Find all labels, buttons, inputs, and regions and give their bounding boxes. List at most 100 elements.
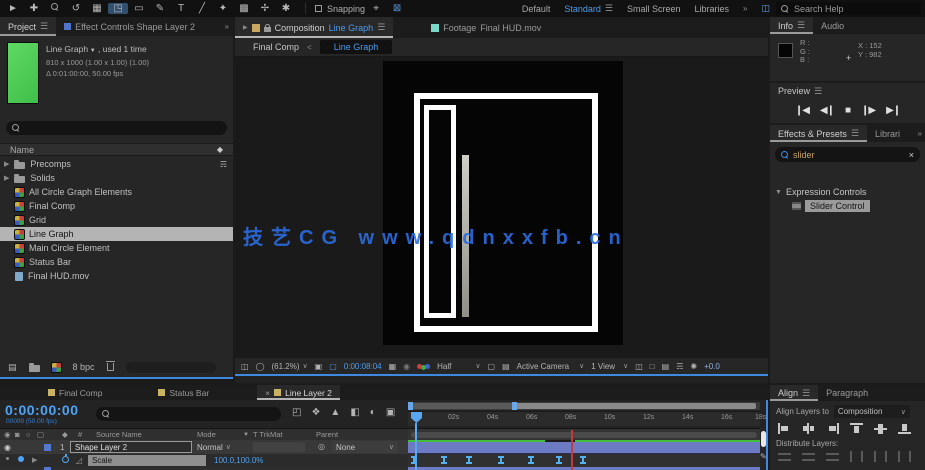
motion-blur-icon[interactable]: ◐ <box>370 407 376 418</box>
layer-visibility-eye-icon[interactable]: ◉ <box>4 443 11 452</box>
tab-libraries-partial[interactable]: Librari <box>867 125 908 142</box>
workspace-libraries[interactable]: Libraries <box>695 4 730 14</box>
next-frame-button[interactable]: ❙▶ <box>861 105 875 116</box>
align-right-button[interactable] <box>826 423 839 434</box>
help-search-input[interactable]: Search Help <box>794 4 844 14</box>
viewer-panel-menu-icon[interactable]: ☰ <box>377 22 385 33</box>
composition-mini-flowchart-icon[interactable]: ◰ <box>292 407 301 418</box>
stop-button[interactable]: ■ <box>845 105 850 116</box>
viewer-canvas[interactable]: 技艺CG www.qdnxxfb.cn <box>235 57 768 358</box>
panel-overflow-icon[interactable]: » <box>225 22 229 31</box>
project-name-header[interactable]: Name ◆ <box>0 143 233 156</box>
parent-dropdown[interactable]: None∨ <box>332 441 398 453</box>
roi-icon[interactable]: ▢ <box>488 362 496 371</box>
close-tab-icon[interactable]: × <box>265 388 270 398</box>
align-left-button[interactable] <box>778 423 791 434</box>
timeline-tab-line-layer[interactable]: × Line Layer 2 <box>257 385 340 400</box>
layer-label-swatch[interactable] <box>44 444 51 451</box>
rotation-tool-icon[interactable]: ↺ <box>66 3 86 14</box>
delete-icon[interactable] <box>107 363 114 371</box>
property-value[interactable]: 100.0,100.0% <box>214 456 263 465</box>
tab-footage[interactable]: Footage Final HUD.mov <box>423 17 549 38</box>
expression-controls-group[interactable]: ▼ Expression Controls <box>770 187 925 197</box>
current-timecode[interactable]: 0:00:00:00 <box>5 402 79 418</box>
new-composition-icon[interactable] <box>52 363 61 372</box>
view-layout-dropdown[interactable]: 1 View∨ <box>591 362 628 371</box>
snap-to-features-icon[interactable]: ⌖ <box>366 3 386 14</box>
keyframe-icon[interactable] <box>558 456 560 464</box>
distribute-bottom-button[interactable] <box>826 453 839 461</box>
roto-brush-tool-icon[interactable]: ✢ <box>255 3 275 14</box>
tab-effects-presets[interactable]: Effects & Presets☰ <box>770 125 867 142</box>
hand-tool-icon[interactable]: ✚ <box>24 3 44 14</box>
property-name[interactable]: Scale <box>88 455 206 466</box>
tab-project[interactable]: Project☰ <box>0 17 56 36</box>
exposure-value[interactable]: +0.0 <box>704 362 720 371</box>
new-folder-icon[interactable] <box>29 365 40 372</box>
workspace-small-screen[interactable]: Small Screen <box>627 4 681 14</box>
pan-behind-tool-icon[interactable]: ◳ <box>108 3 128 14</box>
distribute-left-button[interactable] <box>850 451 863 462</box>
layer-duration-bar[interactable] <box>408 441 760 454</box>
list-item[interactable]: ▶ Precomps ☴ <box>0 157 233 171</box>
effects-search-input[interactable]: slider × <box>775 147 920 162</box>
keyframe-icon[interactable] <box>443 456 445 464</box>
workspace-default[interactable]: Default <box>522 4 551 14</box>
show-snapshot-icon[interactable]: ◉ <box>403 362 410 371</box>
tab-audio[interactable]: Audio <box>813 17 852 34</box>
camera-dropdown[interactable]: Active Camera∨ <box>517 362 585 371</box>
keyframe-icon[interactable] <box>500 456 502 464</box>
slider-control-item[interactable]: Slider Control <box>770 200 925 212</box>
tab-preview[interactable]: Preview☰ <box>770 83 830 99</box>
pen-tool-icon[interactable]: ✎ <box>150 3 170 14</box>
list-item[interactable]: Main Circle Element <box>0 241 233 255</box>
viewer-timecode[interactable]: 0:00:08:04 <box>344 362 382 371</box>
clear-search-icon[interactable]: × <box>909 150 914 160</box>
project-panel-menu-icon[interactable]: ☰ <box>40 21 48 32</box>
project-bpc-button[interactable]: 8 bpc <box>73 362 95 372</box>
tab-composition[interactable]: ▶ Composition Line Graph ☰ <box>235 17 393 38</box>
blend-mode-dropdown[interactable]: Normal∨ <box>197 441 245 453</box>
keyframe-nav-icon[interactable] <box>18 456 24 462</box>
align-bottom-button[interactable] <box>898 423 911 434</box>
shape-tool-icon[interactable]: ▭ <box>129 3 149 14</box>
list-item[interactable]: All Circle Graph Elements <box>0 185 233 199</box>
last-frame-button[interactable]: ▶❙ <box>886 105 900 116</box>
snap-to-grid-icon[interactable]: ⊠ <box>387 3 407 14</box>
distribute-vcenter-button[interactable] <box>802 453 815 461</box>
snapping-checkbox[interactable] <box>315 5 322 12</box>
draft-3d-icon[interactable]: ❖ <box>311 407 320 418</box>
magnification-dropdown[interactable]: (61.2%)∨ <box>272 362 308 371</box>
align-center-vertical-button[interactable] <box>874 423 887 434</box>
fast-previews-icon[interactable]: □ <box>650 362 655 371</box>
list-item[interactable]: Final HUD.mov <box>0 269 233 283</box>
timeline-tab-final-comp[interactable]: Final Comp <box>40 385 110 400</box>
workspace-standard[interactable]: Standard <box>564 4 601 14</box>
distribute-hcenter-button[interactable] <box>874 451 887 462</box>
twirl-property-icon[interactable]: ▶ <box>32 456 37 464</box>
pixel-aspect-icon[interactable]: ◫ <box>635 362 643 371</box>
label-column-icon[interactable]: ◆ <box>217 145 223 154</box>
timeline-search-input[interactable] <box>96 407 281 421</box>
shy-layers-icon[interactable]: ▲ <box>330 407 340 418</box>
reset-exposure-icon[interactable]: ✺ <box>690 362 697 371</box>
keyframe-icon[interactable] <box>530 456 532 464</box>
screen-icon[interactable]: ◯ <box>256 362 265 371</box>
parent-column-header[interactable]: Parent <box>316 430 338 439</box>
align-top-button[interactable] <box>850 423 863 434</box>
workspace-menu-icon[interactable]: ☰ <box>605 3 613 14</box>
source-name-column-header[interactable]: Source Name <box>96 430 142 439</box>
clone-stamp-tool-icon[interactable]: ✦ <box>213 3 233 14</box>
interpret-footage-icon[interactable]: ▤ <box>8 362 17 373</box>
twirl-icon[interactable]: ▶ <box>4 160 9 168</box>
workspace-overflow-icon[interactable]: » <box>743 4 747 13</box>
keyframe-lane[interactable] <box>408 454 760 467</box>
align-to-dropdown[interactable]: Composition∨ <box>834 405 910 418</box>
tab-paragraph[interactable]: Paragraph <box>818 385 876 401</box>
brush-tool-icon[interactable]: ╱ <box>192 3 212 14</box>
list-item[interactable]: Status Bar <box>0 255 233 269</box>
list-item[interactable]: Grid <box>0 213 233 227</box>
timeline-tab-status-bar[interactable]: Status Bar <box>150 385 217 400</box>
camera-tool-icon[interactable]: ▦ <box>87 3 107 14</box>
snapshot-icon[interactable]: ▦ <box>389 362 397 371</box>
